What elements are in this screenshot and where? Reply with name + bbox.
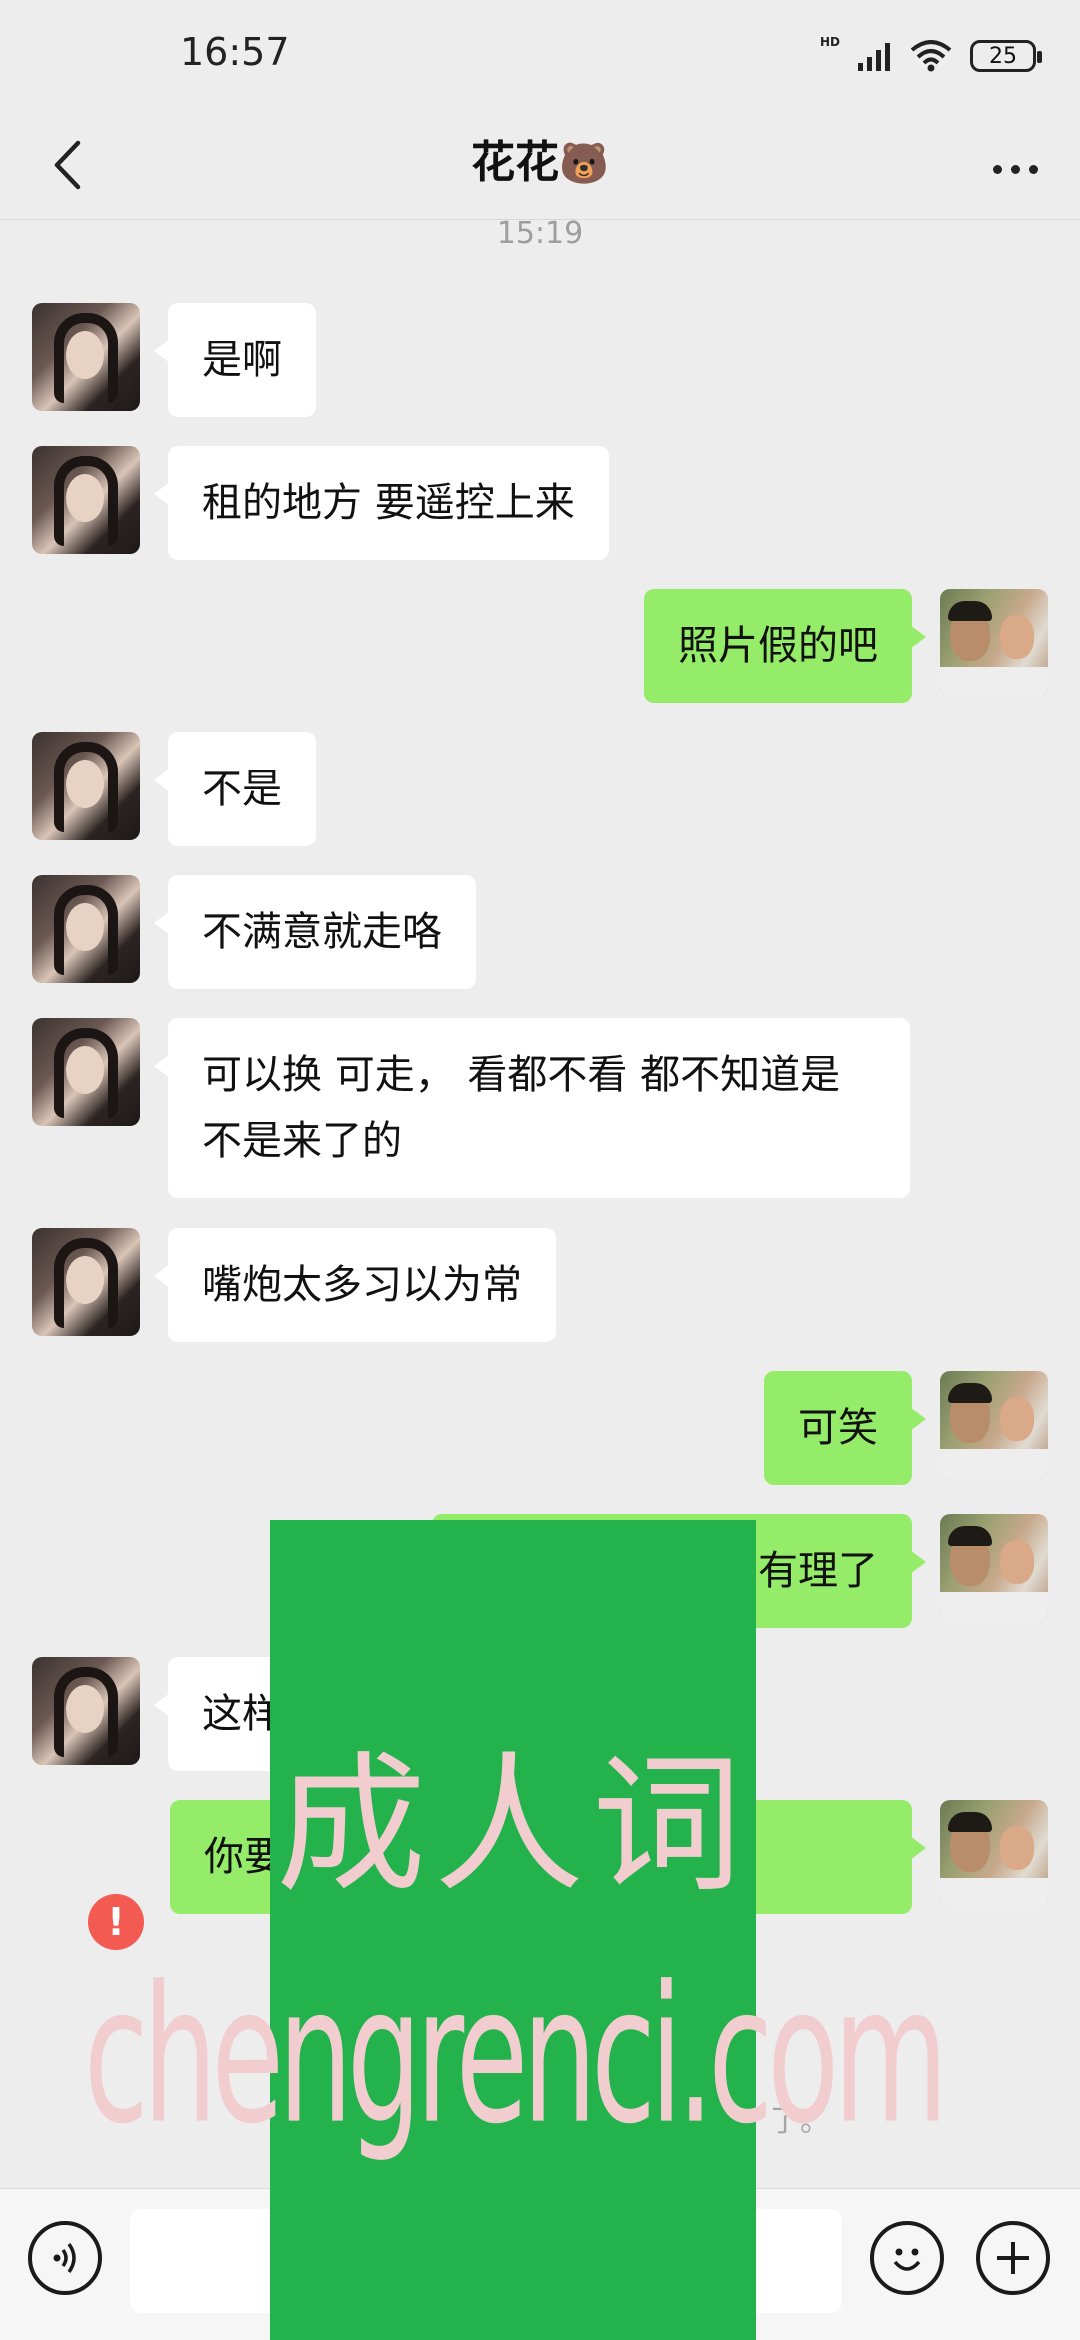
wifi-icon	[910, 40, 952, 72]
message-row-incoming: 嘴炮太多习以为常	[32, 1228, 556, 1342]
more-dot	[992, 164, 1002, 174]
contact-avatar[interactable]	[32, 303, 140, 411]
more-options-button[interactable]	[980, 134, 1050, 204]
more-dot	[1010, 164, 1020, 174]
contact-avatar[interactable]	[32, 732, 140, 840]
message-bubble[interactable]: 嘴炮太多习以为常	[154, 1228, 556, 1342]
voice-button[interactable]	[28, 2221, 102, 2295]
my-avatar[interactable]	[940, 1514, 1048, 1622]
battery-level: 25	[989, 43, 1017, 69]
bear-emoji: 🐻	[559, 141, 609, 187]
contact-name: 花花	[471, 137, 560, 188]
status-icons: HD 25	[819, 34, 1042, 78]
contact-avatar[interactable]	[32, 1228, 140, 1336]
watermark-url: chengrenci.com	[83, 1944, 948, 2166]
my-avatar[interactable]	[940, 1371, 1048, 1479]
message-bubble[interactable]: 可笑	[764, 1371, 926, 1485]
message-bubble[interactable]: 不满意就走咯	[154, 875, 476, 989]
send-failed-icon[interactable]: !	[88, 1894, 144, 1950]
status-time: 16:57	[180, 30, 290, 74]
battery-icon: 25	[970, 40, 1042, 72]
signal-icon	[858, 43, 890, 71]
message-bubble[interactable]: 照片假的吧	[644, 589, 926, 703]
watermark-overlay: 成人词 chengrenci.com	[84, 1520, 948, 2340]
plus-icon	[997, 2242, 1029, 2274]
status-bar: 16:57 HD 25	[0, 0, 1080, 112]
contact-avatar[interactable]	[32, 446, 140, 554]
chat-title: 花花🐻	[0, 126, 1080, 190]
contact-avatar[interactable]	[32, 1018, 140, 1126]
message-bubble[interactable]: 不是	[154, 732, 316, 846]
message-row-outgoing: 可笑	[764, 1371, 1048, 1485]
message-bubble[interactable]: 是啊	[154, 303, 316, 417]
message-row-incoming: 不是	[32, 732, 316, 846]
message-row-incoming: 是啊	[32, 303, 316, 417]
message-timestamp: 15:19	[496, 216, 584, 251]
my-avatar[interactable]	[940, 1800, 1048, 1908]
message-bubble[interactable]: 可以换 可走， 看都不看 都不知道是不是来了的	[154, 1018, 910, 1198]
emoji-button[interactable]	[870, 2221, 944, 2295]
hd-indicator: HD	[819, 35, 840, 49]
message-row-outgoing: 照片假的吧	[644, 589, 1048, 703]
chat-header: 花花🐻	[0, 112, 1080, 220]
contact-avatar[interactable]	[32, 875, 140, 983]
watermark-text: 成人词	[275, 1739, 750, 1913]
voice-icon	[53, 2242, 76, 2274]
message-row-incoming: 不满意就走咯	[32, 875, 476, 989]
contact-avatar[interactable]	[32, 1657, 140, 1765]
more-functions-button[interactable]	[976, 2221, 1050, 2295]
more-dot	[1028, 164, 1038, 174]
message-bubble[interactable]: 租的地方 要遥控上来	[154, 446, 609, 560]
my-avatar[interactable]	[940, 589, 1048, 697]
smiley-icon	[893, 2248, 921, 2271]
message-row-incoming: 可以换 可走， 看都不看 都不知道是不是来了的	[32, 1018, 910, 1198]
message-row-incoming: 租的地方 要遥控上来	[32, 446, 609, 560]
